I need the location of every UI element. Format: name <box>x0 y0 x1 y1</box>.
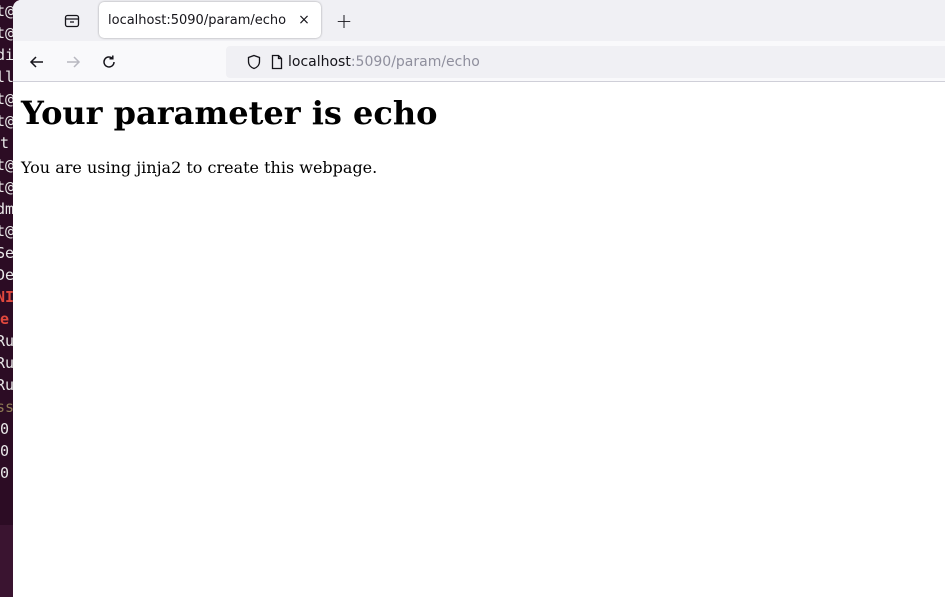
terminal-line: NI <box>0 288 14 306</box>
nav-toolbar: localhost:5090/param/echo <box>13 41 945 82</box>
forward-button[interactable] <box>59 48 87 76</box>
terminal-line: e <box>0 310 10 328</box>
terminal-line: ll <box>0 68 14 86</box>
back-button[interactable] <box>23 48 51 76</box>
page-content: Your parameter is echo You are using jin… <box>13 83 945 597</box>
terminal-line: Ru <box>0 332 14 350</box>
tab-overview-button[interactable] <box>59 8 85 34</box>
tab-title: localhost:5090/param/echo <box>108 12 287 28</box>
forward-arrow-icon <box>67 56 81 68</box>
terminal-line: 0 <box>0 420 10 438</box>
reload-icon <box>103 55 115 68</box>
new-tab-button[interactable]: + <box>331 8 357 34</box>
terminal-line: 0 <box>0 464 10 482</box>
terminal-line: Ru <box>0 354 14 372</box>
tracking-protection-shield-icon[interactable] <box>246 54 262 70</box>
terminal-line: t <box>0 134 10 152</box>
page-heading: Your parameter is echo <box>21 94 438 132</box>
terminal-line: Ru <box>0 376 14 394</box>
url-text[interactable]: localhost:5090/param/echo <box>288 46 480 78</box>
terminal-line: t@ <box>0 112 14 130</box>
terminal-line: t@ <box>0 2 14 20</box>
terminal-line: di <box>0 46 14 64</box>
url-path: :5090/param/echo <box>350 54 480 70</box>
terminal-line: 0 <box>0 442 10 460</box>
terminal-line: t@ <box>0 24 14 42</box>
reload-button[interactable] <box>95 48 123 76</box>
terminal-line: Se <box>0 244 14 262</box>
terminal-line: De <box>0 266 14 284</box>
terminal-bottom-panel <box>0 525 14 597</box>
terminal-line: t@ <box>0 90 14 108</box>
terminal-line: dm <box>0 200 14 218</box>
plus-icon: + <box>335 9 353 33</box>
terminal-line: ss <box>0 398 14 416</box>
terminal-line: t@ <box>0 156 14 174</box>
background-terminal: t@ t@ di ll t@ t@ t t@ t@ dm t@ Se De NI e Ru Ru Ru ss 0 0 0 <box>0 0 14 597</box>
url-host: localhost <box>288 54 351 70</box>
tab-overview-icon <box>64 14 80 28</box>
tab-close-button[interactable]: × <box>295 11 313 29</box>
page-paragraph: You are using jinja2 to create this webp… <box>21 158 378 177</box>
tab-strip: localhost:5090/param/echo × + <box>13 0 945 41</box>
tab-active[interactable]: localhost:5090/param/echo × <box>99 2 321 38</box>
page-info-icon[interactable] <box>269 54 285 70</box>
browser-window: localhost:5090/param/echo × + localhost:… <box>13 0 945 597</box>
address-bar[interactable]: localhost:5090/param/echo <box>226 46 945 78</box>
terminal-line: t@ <box>0 222 14 240</box>
terminal-line: t@ <box>0 178 14 196</box>
close-icon: × <box>298 12 310 28</box>
back-arrow-icon <box>29 56 43 68</box>
